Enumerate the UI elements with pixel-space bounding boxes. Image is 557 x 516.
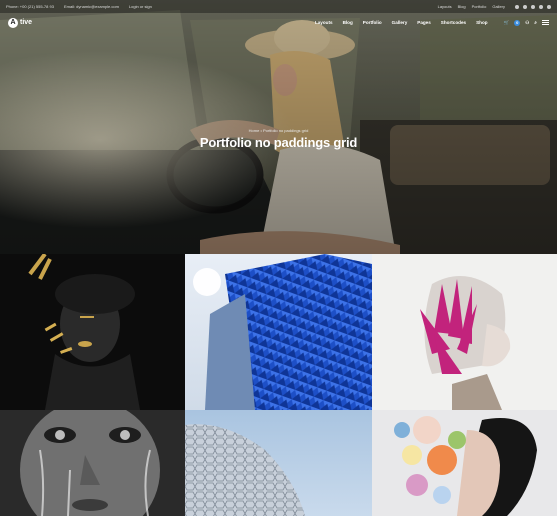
logo-mark: A — [8, 17, 18, 28]
topbar-link-portfolio[interactable]: Portfolio — [472, 4, 487, 9]
user-icon[interactable]: ⚇ — [525, 20, 529, 26]
login-link[interactable]: Login or sign — [129, 4, 152, 9]
nav-item-portfolio[interactable]: Portfolio — [363, 20, 382, 25]
site-logo[interactable]: A tive — [8, 17, 33, 28]
nav-item-layouts[interactable]: Layouts — [315, 20, 333, 25]
portfolio-image — [185, 410, 372, 516]
logo-text: tive — [20, 19, 33, 26]
hero-section: Phone: +00 (21) 555-78 93 Email: dynamic… — [0, 0, 557, 254]
nav-item-blog[interactable]: Blog — [343, 20, 353, 25]
social-icons — [515, 4, 551, 9]
email-text[interactable]: Email: dynamic@example.com — [64, 4, 119, 9]
portfolio-item-dome[interactable] — [185, 410, 372, 516]
nav-item-shop[interactable]: Shop — [476, 20, 487, 25]
portfolio-item-gold-face[interactable] — [0, 254, 185, 410]
facebook-icon[interactable] — [515, 4, 519, 9]
topbar-link-blog[interactable]: Blog — [458, 4, 466, 9]
menu-icon[interactable] — [542, 20, 549, 25]
top-info-bar: Phone: +00 (21) 555-78 93 Email: dynamic… — [0, 0, 557, 13]
hero-background-photo — [0, 0, 557, 254]
topbar-link-gallery[interactable]: Gallery — [492, 4, 505, 9]
portfolio-item-wet-face[interactable] — [0, 410, 185, 516]
search-icon[interactable]: ⌕ — [534, 20, 537, 25]
cart-icon[interactable]: 🛒 — [504, 20, 510, 26]
portfolio-image — [0, 254, 185, 410]
phone-text: Phone: +00 (21) 555-78 93 — [6, 4, 54, 9]
instagram-icon[interactable] — [547, 4, 551, 9]
portfolio-image — [0, 410, 185, 516]
nav-item-gallery[interactable]: Gallery — [392, 20, 408, 25]
main-navigation: A tive Layouts Blog Portfolio Gallery Pa… — [0, 13, 557, 32]
nav-item-pages[interactable]: Pages — [417, 20, 431, 25]
topbar-link-layouts[interactable]: Layouts — [438, 4, 452, 9]
portfolio-image — [185, 254, 372, 410]
page-title: Portfolio no paddings grid — [199, 135, 358, 150]
breadcrumb[interactable]: Home • Portfolio no paddings grid — [0, 128, 557, 133]
cart-count-badge: 0 — [514, 19, 521, 26]
portfolio-image — [372, 254, 557, 410]
portfolio-item-blue-tower[interactable] — [185, 254, 372, 410]
linkedin-icon[interactable] — [539, 4, 543, 9]
portfolio-image — [372, 410, 557, 516]
nav-item-shortcodes[interactable]: Shortcodes — [441, 20, 466, 25]
portfolio-item-flower-face[interactable] — [372, 410, 557, 516]
portfolio-grid — [0, 254, 557, 516]
portfolio-item-flower-head[interactable] — [372, 254, 557, 410]
twitter-icon[interactable] — [523, 4, 527, 9]
pinterest-icon[interactable] — [531, 4, 535, 9]
